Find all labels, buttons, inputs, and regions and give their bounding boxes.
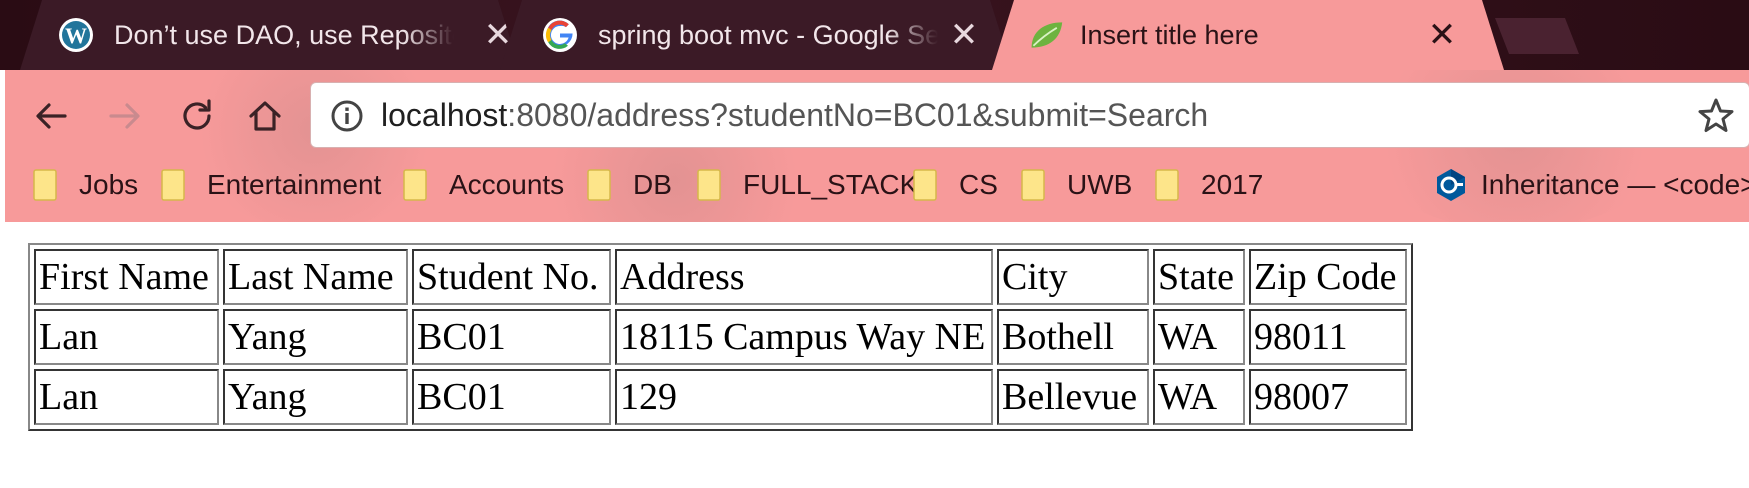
table-header-row: First Name Last Name Student No. Address… — [34, 249, 1407, 305]
cell-student-no: BC01 — [412, 309, 611, 365]
folder-icon — [587, 169, 611, 201]
bookmark-jobs[interactable]: Jobs — [33, 164, 138, 206]
bookmark-label: CS — [959, 169, 998, 200]
folder-icon — [33, 169, 57, 201]
tab-title: Insert title here — [1080, 20, 1259, 50]
folder-icon — [161, 169, 185, 201]
tab-title: Don’t use DAO, use Repository — [114, 20, 454, 50]
bookmark-inheritance[interactable]: Inheritance — <code> — [1433, 164, 1749, 206]
bookmark-label: Jobs — [79, 169, 139, 200]
tab-title: spring boot mvc - Google Search — [598, 20, 938, 50]
tab-strip: W Don’t use DAO, use Repository ✕ spring… — [0, 0, 1749, 70]
reload-button[interactable] — [173, 92, 221, 140]
cell-first-name: Lan — [34, 309, 219, 365]
column-header: City — [997, 249, 1149, 305]
back-button[interactable] — [27, 92, 75, 140]
site-info-icon[interactable] — [329, 98, 365, 134]
cell-address: 18115 Campus Way NE — [615, 309, 993, 365]
column-header: State — [1153, 249, 1245, 305]
browser-toolbar: localhost:8080/address?studentNo=BC01&su… — [5, 70, 1749, 222]
cell-last-name: Yang — [223, 369, 408, 425]
google-icon — [542, 17, 578, 53]
student-address-table: First Name Last Name Student No. Address… — [28, 243, 1413, 431]
tab-google-search[interactable]: spring boot mvc - Google Search ✕ — [500, 0, 1012, 70]
bookmark-uwb[interactable]: UWB — [1021, 164, 1132, 206]
column-header: Zip Code — [1249, 249, 1407, 305]
address-bar[interactable]: localhost:8080/address?studentNo=BC01&su… — [310, 82, 1749, 148]
folder-icon — [697, 169, 721, 201]
spring-leaf-icon — [1028, 17, 1064, 53]
cell-zip-code: 98007 — [1249, 369, 1407, 425]
folder-icon — [1155, 169, 1179, 201]
folder-icon — [913, 169, 937, 201]
table-row: Lan Yang BC01 129 Bellevue WA 98007 — [34, 369, 1407, 425]
bookmark-entertainment[interactable]: Entertainment — [161, 164, 381, 206]
bookmark-label: DB — [633, 169, 672, 200]
column-header: First Name — [34, 249, 219, 305]
cell-student-no: BC01 — [412, 369, 611, 425]
cell-last-name: Yang — [223, 309, 408, 365]
wordpress-icon: W — [58, 17, 94, 53]
bookmark-label: Entertainment — [207, 169, 382, 200]
bookmark-cs[interactable]: CS — [913, 164, 998, 206]
bookmark-label: 2017 — [1201, 169, 1264, 200]
page-content: First Name Last Name Student No. Address… — [5, 222, 1749, 488]
bookmark-label: Inheritance — <code> — [1481, 169, 1749, 200]
bookmark-2017[interactable]: 2017 — [1155, 164, 1263, 206]
url-host: localhost — [381, 97, 508, 133]
table-row: Lan Yang BC01 18115 Campus Way NE Bothel… — [34, 309, 1407, 365]
bookmark-db[interactable]: DB — [587, 164, 672, 206]
bookmark-label: FULL_STACK — [743, 169, 919, 200]
folder-icon — [1021, 169, 1045, 201]
bookmark-accounts[interactable]: Accounts — [403, 164, 564, 206]
forward-arrow-icon — [109, 103, 140, 129]
home-icon — [249, 101, 281, 131]
tab-insert-title[interactable]: Insert title here ✕ — [992, 0, 1504, 70]
cpp-icon — [1437, 169, 1465, 201]
home-button[interactable] — [241, 92, 289, 140]
back-arrow-icon — [36, 103, 67, 129]
bookmark-label: Accounts — [449, 169, 565, 200]
cell-city: Bellevue — [997, 369, 1149, 425]
reload-icon — [183, 99, 211, 130]
tab-dao-repository[interactable]: W Don’t use DAO, use Repository ✕ — [20, 0, 520, 70]
bookmark-full-stack[interactable]: FULL_STACK — [697, 164, 918, 206]
address-url[interactable]: localhost:8080/address?studentNo=BC01&su… — [381, 83, 1208, 147]
cell-state: WA — [1153, 369, 1245, 425]
cell-zip-code: 98011 — [1249, 309, 1407, 365]
folder-icon — [403, 169, 427, 201]
svg-text:W: W — [65, 23, 87, 48]
cell-first-name: Lan — [34, 369, 219, 425]
column-header: Last Name — [223, 249, 408, 305]
cell-state: WA — [1153, 309, 1245, 365]
close-tab-icon[interactable]: ✕ — [946, 17, 982, 53]
new-tab-button[interactable] — [1495, 18, 1579, 54]
bookmark-star-icon[interactable] — [1697, 97, 1735, 135]
close-tab-icon[interactable]: ✕ — [1424, 17, 1460, 53]
column-header: Address — [615, 249, 993, 305]
bookmark-label: UWB — [1067, 169, 1133, 200]
cell-city: Bothell — [997, 309, 1149, 365]
forward-button[interactable] — [101, 92, 149, 140]
cell-address: 129 — [615, 369, 993, 425]
column-header: Student No. — [412, 249, 611, 305]
url-path: :8080/address?studentNo=BC01&submit=Sear… — [507, 97, 1209, 133]
